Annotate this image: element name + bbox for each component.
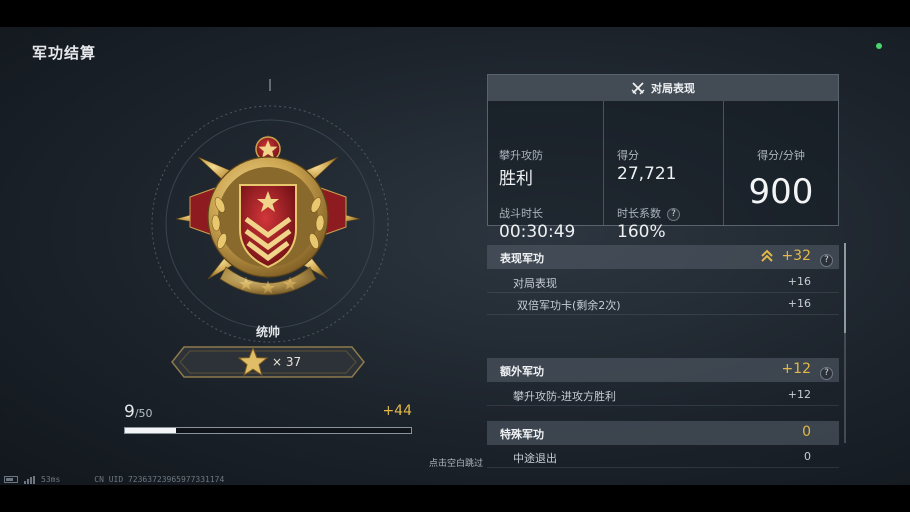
merit-row-label: 对局表现	[513, 277, 557, 290]
duration-multiplier-value: 160%	[617, 222, 666, 242]
merit-row-value: 0	[804, 450, 811, 463]
special-merit-value: 0	[802, 424, 811, 440]
battery-icon	[4, 476, 18, 483]
help-icon[interactable]: ?	[820, 367, 833, 380]
duration-label: 战斗时长	[499, 207, 543, 220]
signal-icon	[24, 475, 35, 484]
rank-name: 统帅	[255, 325, 280, 339]
merit-list-scrollbar[interactable]	[844, 243, 846, 443]
level-progress-fill	[125, 428, 177, 433]
merit-row-label: 双倍军功卡(剩余2次)	[517, 299, 621, 312]
duration-value: 00:30:49	[499, 222, 576, 242]
page-title: 军功结算	[32, 44, 97, 62]
merit-row: 中途退出 0	[487, 446, 839, 468]
level-gain: +44	[382, 403, 412, 419]
status-indicator-dot	[876, 43, 882, 49]
letterbox-bottom	[0, 485, 910, 512]
user-uid: CN UID 72363723965977331174	[94, 475, 225, 484]
double-chevron-up-icon	[761, 249, 773, 262]
ping-value: 53ms	[41, 475, 61, 484]
duration-multiplier-label: 时长系数?	[617, 205, 680, 221]
performance-merit-header: 表现军功 +32 ?	[487, 245, 839, 269]
mode-label: 攀升攻防	[499, 149, 543, 162]
duration-multiplier-text: 时长系数	[617, 207, 661, 220]
skip-hint[interactable]: 点击空白跳过	[396, 456, 516, 469]
score-per-minute-label: 得分/分钟	[757, 149, 805, 162]
panel-header-label: 对局表现	[651, 82, 695, 95]
mode-result-value: 胜利	[499, 169, 533, 189]
help-icon[interactable]: ?	[820, 254, 833, 267]
extra-merit-help: ?	[820, 363, 833, 382]
settlement-screen[interactable]: 军功结算 统帅 × 37 9/50 +44 对局表现 攀升攻防 胜利 得分 27…	[0, 27, 910, 485]
star-count-plate	[171, 346, 365, 378]
merit-row-value: +16	[787, 275, 811, 288]
scrollbar-thumb[interactable]	[844, 243, 846, 333]
crossed-swords-icon	[631, 82, 645, 95]
star-count: × 37	[272, 355, 302, 369]
extra-merit-title: 额外军功	[500, 365, 544, 378]
merit-row-label: 中途退出	[513, 452, 557, 465]
merit-row: 攀升攻防-进攻方胜利 +12	[487, 384, 839, 406]
level-current-value: 9	[124, 402, 135, 422]
extra-merit-value: +12	[781, 361, 811, 377]
rank-medal-emblem	[175, 134, 361, 296]
score-per-minute-value: 900	[748, 172, 814, 212]
merit-row-value: +16	[787, 297, 811, 310]
performance-merit-title: 表现军功	[500, 252, 544, 265]
system-hud: 53ms CN UID 72363723965977331174	[4, 475, 224, 484]
special-merit-header: 特殊军功 0	[487, 421, 839, 445]
merit-row: 对局表现 +16	[487, 271, 839, 293]
level-progress-bar	[124, 427, 412, 434]
match-performance-panel: 对局表现 攀升攻防 胜利 得分 27,721 战斗时长 00:30:49 时长系…	[487, 74, 839, 242]
merit-row-value: +12	[787, 388, 811, 401]
panel-header: 对局表现	[488, 75, 838, 101]
merit-row: 双倍军功卡(剩余2次) +16	[487, 293, 839, 315]
performance-merit-value: +32	[781, 248, 811, 264]
performance-merit-help: ?	[820, 250, 833, 269]
score-label: 得分	[617, 149, 639, 162]
column-divider	[603, 101, 604, 225]
merit-row-label: 攀升攻防-进攻方胜利	[513, 390, 616, 403]
letterbox-top	[0, 0, 910, 27]
level-progress-label: 9/50	[124, 402, 153, 422]
level-max-value: /50	[134, 407, 153, 420]
help-icon[interactable]: ?	[667, 207, 680, 221]
gold-star-icon	[238, 347, 268, 377]
special-merit-title: 特殊军功	[500, 428, 544, 441]
extra-merit-header: 额外军功 +12 ?	[487, 358, 839, 382]
score-value: 27,721	[617, 164, 677, 184]
